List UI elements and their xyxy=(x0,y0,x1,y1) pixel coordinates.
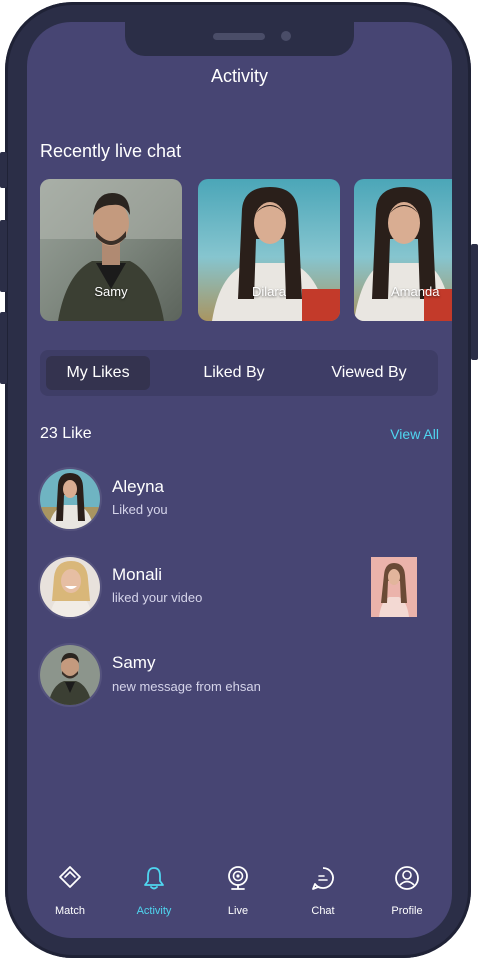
tab-my-likes[interactable]: My Likes xyxy=(46,356,150,390)
activity-item-name: Samy xyxy=(112,653,156,672)
nav-label: Match xyxy=(55,905,85,917)
nav-label: Profile xyxy=(391,905,423,917)
nav-label: Chat xyxy=(311,905,335,917)
live-card-name: Amanda xyxy=(391,284,440,299)
activity-item-message: liked your video xyxy=(112,590,203,605)
user-icon xyxy=(395,866,419,890)
recently-live-chat-title: Recently live chat xyxy=(40,141,182,161)
avatar xyxy=(40,469,100,529)
activity-item-message: Liked you xyxy=(112,502,168,517)
webcam-icon xyxy=(228,866,248,890)
page-title: Activity xyxy=(210,66,268,86)
nav-label: Live xyxy=(227,905,249,917)
nav-profile[interactable]: Profile xyxy=(372,858,442,928)
activity-item-name: Aleyna xyxy=(112,477,164,496)
avatar xyxy=(40,645,100,705)
activity-item-monali[interactable]: Monali liked your video xyxy=(40,557,438,621)
live-card-dilara[interactable]: Dilara xyxy=(198,179,340,321)
live-card-photo xyxy=(198,179,340,321)
live-card-name: Samy xyxy=(94,284,128,299)
nav-match[interactable]: Match xyxy=(35,858,105,928)
mute-switch xyxy=(0,152,7,188)
live-card-photo xyxy=(354,179,452,321)
tab-viewed-by[interactable]: Viewed By xyxy=(314,356,424,390)
view-all-link[interactable]: View All xyxy=(390,426,439,442)
chat-bubble-icon xyxy=(312,867,334,890)
likes-tab-bar: My Likes Liked By Viewed By xyxy=(40,350,438,396)
notch xyxy=(125,22,354,56)
nav-chat[interactable]: Chat xyxy=(288,858,358,928)
live-card-amanda[interactable]: Amanda xyxy=(354,179,452,321)
app-screen: Activity Recently live chat Samy Dilara … xyxy=(27,22,452,938)
nav-label: Activity xyxy=(136,905,172,917)
bottom-navigation: Match Activity Live Chat Profile xyxy=(27,858,452,938)
activity-item-name: Monali xyxy=(112,565,163,584)
live-card-photo xyxy=(40,179,182,321)
video-thumbnail[interactable] xyxy=(371,557,417,617)
match-icon xyxy=(59,866,81,888)
nav-live[interactable]: Live xyxy=(203,858,273,928)
bell-icon xyxy=(144,867,164,890)
activity-item-samy[interactable]: Samy new message from ehsan xyxy=(40,645,438,709)
power-button xyxy=(471,244,478,360)
nav-activity[interactable]: Activity xyxy=(119,858,189,928)
live-card-samy[interactable]: Samy xyxy=(40,179,182,321)
activity-item-message: new message from ehsan xyxy=(112,679,261,694)
front-camera xyxy=(281,31,291,41)
volume-down-button xyxy=(0,312,7,384)
activity-item-aleyna[interactable]: Aleyna Liked you xyxy=(40,469,438,533)
tab-liked-by[interactable]: Liked By xyxy=(182,356,286,390)
earpiece-speaker xyxy=(213,33,265,40)
live-card-name: Dilara xyxy=(252,284,286,299)
likes-count: 23 Like xyxy=(40,425,92,442)
volume-up-button xyxy=(0,220,7,292)
avatar xyxy=(40,557,100,617)
